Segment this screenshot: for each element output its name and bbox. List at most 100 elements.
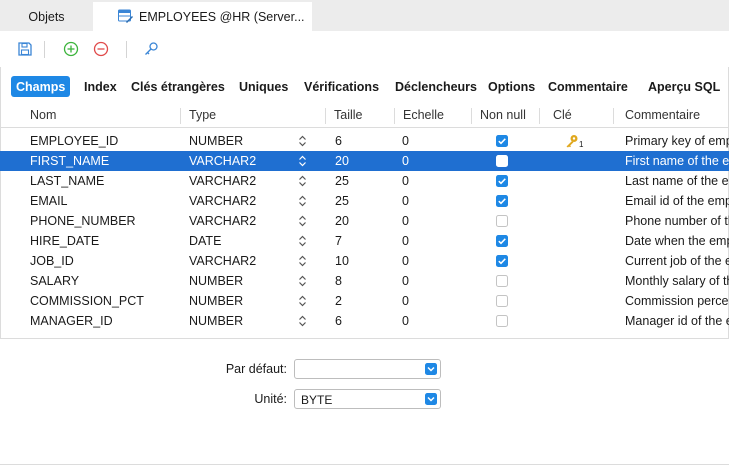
not-null-checkbox[interactable] — [496, 275, 508, 287]
type-stepper-icon[interactable] — [298, 235, 307, 247]
unit-select[interactable]: BYTE — [294, 389, 441, 409]
field-size[interactable]: 8 — [335, 274, 342, 288]
table-row[interactable]: MANAGER_ID NUMBER 6 0 Manager id of the e — [0, 311, 729, 331]
field-size[interactable]: 6 — [335, 314, 342, 328]
field-name[interactable]: SALARY — [30, 274, 79, 288]
table-row[interactable]: EMPLOYEE_ID NUMBER 6 0 1 Primary key of empl — [0, 131, 729, 151]
field-size[interactable]: 25 — [335, 194, 349, 208]
field-scale[interactable]: 0 — [402, 254, 409, 268]
field-comment[interactable]: Commission percen — [625, 294, 729, 308]
subtab-uniques[interactable]: Uniques — [239, 76, 288, 97]
field-size[interactable]: 6 — [335, 134, 342, 148]
table-row[interactable]: COMMISSION_PCT NUMBER 2 0 Commission percen — [0, 291, 729, 311]
subtab-commentaire[interactable]: Commentaire — [548, 76, 628, 97]
field-type[interactable]: NUMBER — [189, 314, 243, 328]
field-name[interactable]: LAST_NAME — [30, 174, 104, 188]
not-null-checkbox[interactable] — [496, 255, 508, 267]
subtab-champs[interactable]: Champs — [11, 76, 71, 97]
field-name[interactable]: COMMISSION_PCT — [30, 294, 144, 308]
column-header-type[interactable]: Type — [189, 108, 216, 122]
column-header-taille[interactable]: Taille — [334, 108, 363, 122]
subtab-declencheurs[interactable]: Déclencheurs — [395, 76, 477, 97]
subtab-apercu-sql[interactable]: Aperçu SQL — [648, 76, 720, 97]
column-header-cle[interactable]: Clé — [553, 108, 572, 122]
tab-employees-table[interactable]: EMPLOYEES @HR (Server... — [93, 2, 312, 31]
field-name[interactable]: JOB_ID — [30, 254, 74, 268]
field-scale[interactable]: 0 — [402, 294, 409, 308]
field-type[interactable]: VARCHAR2 — [189, 214, 256, 228]
not-null-checkbox[interactable] — [496, 315, 508, 327]
field-comment[interactable]: Current job of the e — [625, 254, 729, 268]
field-size[interactable]: 20 — [335, 154, 349, 168]
not-null-checkbox[interactable] — [496, 155, 508, 167]
type-stepper-icon[interactable] — [298, 175, 307, 187]
table-row[interactable]: HIRE_DATE DATE 7 0 Date when the empl — [0, 231, 729, 251]
tab-objets[interactable]: Objets — [0, 2, 93, 31]
field-scale[interactable]: 0 — [402, 314, 409, 328]
save-button[interactable] — [16, 40, 34, 58]
remove-field-button[interactable] — [92, 40, 110, 58]
field-scale[interactable]: 0 — [402, 214, 409, 228]
subtab-verifications[interactable]: Vérifications — [304, 76, 379, 97]
field-scale[interactable]: 0 — [402, 194, 409, 208]
subtab-index[interactable]: Index — [84, 76, 117, 97]
type-stepper-icon[interactable] — [298, 135, 307, 147]
field-name[interactable]: MANAGER_ID — [30, 314, 113, 328]
field-comment[interactable]: Manager id of the e — [625, 314, 729, 328]
default-value-combobox[interactable] — [294, 359, 441, 379]
type-stepper-icon[interactable] — [298, 155, 307, 167]
not-null-checkbox[interactable] — [496, 175, 508, 187]
column-header-echelle[interactable]: Echelle — [403, 108, 444, 122]
column-header-nom[interactable]: Nom — [30, 108, 56, 122]
field-scale[interactable]: 0 — [402, 274, 409, 288]
type-stepper-icon[interactable] — [298, 275, 307, 287]
field-comment[interactable]: Phone number of th — [625, 214, 729, 228]
field-comment[interactable]: Monthly salary of th — [625, 274, 729, 288]
field-type[interactable]: NUMBER — [189, 134, 243, 148]
field-scale[interactable]: 0 — [402, 154, 409, 168]
field-name[interactable]: PHONE_NUMBER — [30, 214, 136, 228]
field-name[interactable]: EMPLOYEE_ID — [30, 134, 118, 148]
type-stepper-icon[interactable] — [298, 315, 307, 327]
field-scale[interactable]: 0 — [402, 174, 409, 188]
field-name[interactable]: FIRST_NAME — [30, 154, 109, 168]
field-size[interactable]: 7 — [335, 234, 342, 248]
field-comment[interactable]: Email id of the empl — [625, 194, 729, 208]
field-name[interactable]: EMAIL — [30, 194, 68, 208]
type-stepper-icon[interactable] — [298, 255, 307, 267]
field-scale[interactable]: 0 — [402, 134, 409, 148]
column-header-commentaire[interactable]: Commentaire — [625, 108, 700, 122]
not-null-checkbox[interactable] — [496, 135, 508, 147]
field-type[interactable]: DATE — [189, 234, 221, 248]
table-row[interactable]: EMAIL VARCHAR2 25 0 Email id of the empl — [0, 191, 729, 211]
table-row[interactable]: PHONE_NUMBER VARCHAR2 20 0 Phone number of t… — [0, 211, 729, 231]
field-comment[interactable]: First name of the em — [625, 154, 729, 168]
table-row[interactable]: LAST_NAME VARCHAR2 25 0 Last name of the em — [0, 171, 729, 191]
field-type[interactable]: VARCHAR2 — [189, 194, 256, 208]
column-header-non-null[interactable]: Non null — [480, 108, 526, 122]
field-type[interactable]: NUMBER — [189, 294, 243, 308]
subtab-cles-etrangeres[interactable]: Clés étrangères — [131, 76, 225, 97]
type-stepper-icon[interactable] — [298, 295, 307, 307]
field-size[interactable]: 2 — [335, 294, 342, 308]
subtab-options[interactable]: Options — [488, 76, 535, 97]
not-null-checkbox[interactable] — [496, 195, 508, 207]
add-field-button[interactable] — [62, 40, 80, 58]
field-size[interactable]: 25 — [335, 174, 349, 188]
field-size[interactable]: 10 — [335, 254, 349, 268]
field-size[interactable]: 20 — [335, 214, 349, 228]
primary-key-button[interactable] — [142, 40, 160, 58]
field-name[interactable]: HIRE_DATE — [30, 234, 99, 248]
type-stepper-icon[interactable] — [298, 215, 307, 227]
table-row[interactable]: SALARY NUMBER 8 0 Monthly salary of th — [0, 271, 729, 291]
not-null-checkbox[interactable] — [496, 215, 508, 227]
table-row[interactable]: JOB_ID VARCHAR2 10 0 Current job of the e — [0, 251, 729, 271]
field-type[interactable]: NUMBER — [189, 274, 243, 288]
not-null-checkbox[interactable] — [496, 235, 508, 247]
table-row[interactable]: FIRST_NAME VARCHAR2 20 0 First name of the e… — [0, 151, 729, 171]
field-type[interactable]: VARCHAR2 — [189, 254, 256, 268]
field-comment[interactable]: Last name of the em — [625, 174, 729, 188]
field-type[interactable]: VARCHAR2 — [189, 174, 256, 188]
type-stepper-icon[interactable] — [298, 195, 307, 207]
field-comment[interactable]: Primary key of empl — [625, 134, 729, 148]
